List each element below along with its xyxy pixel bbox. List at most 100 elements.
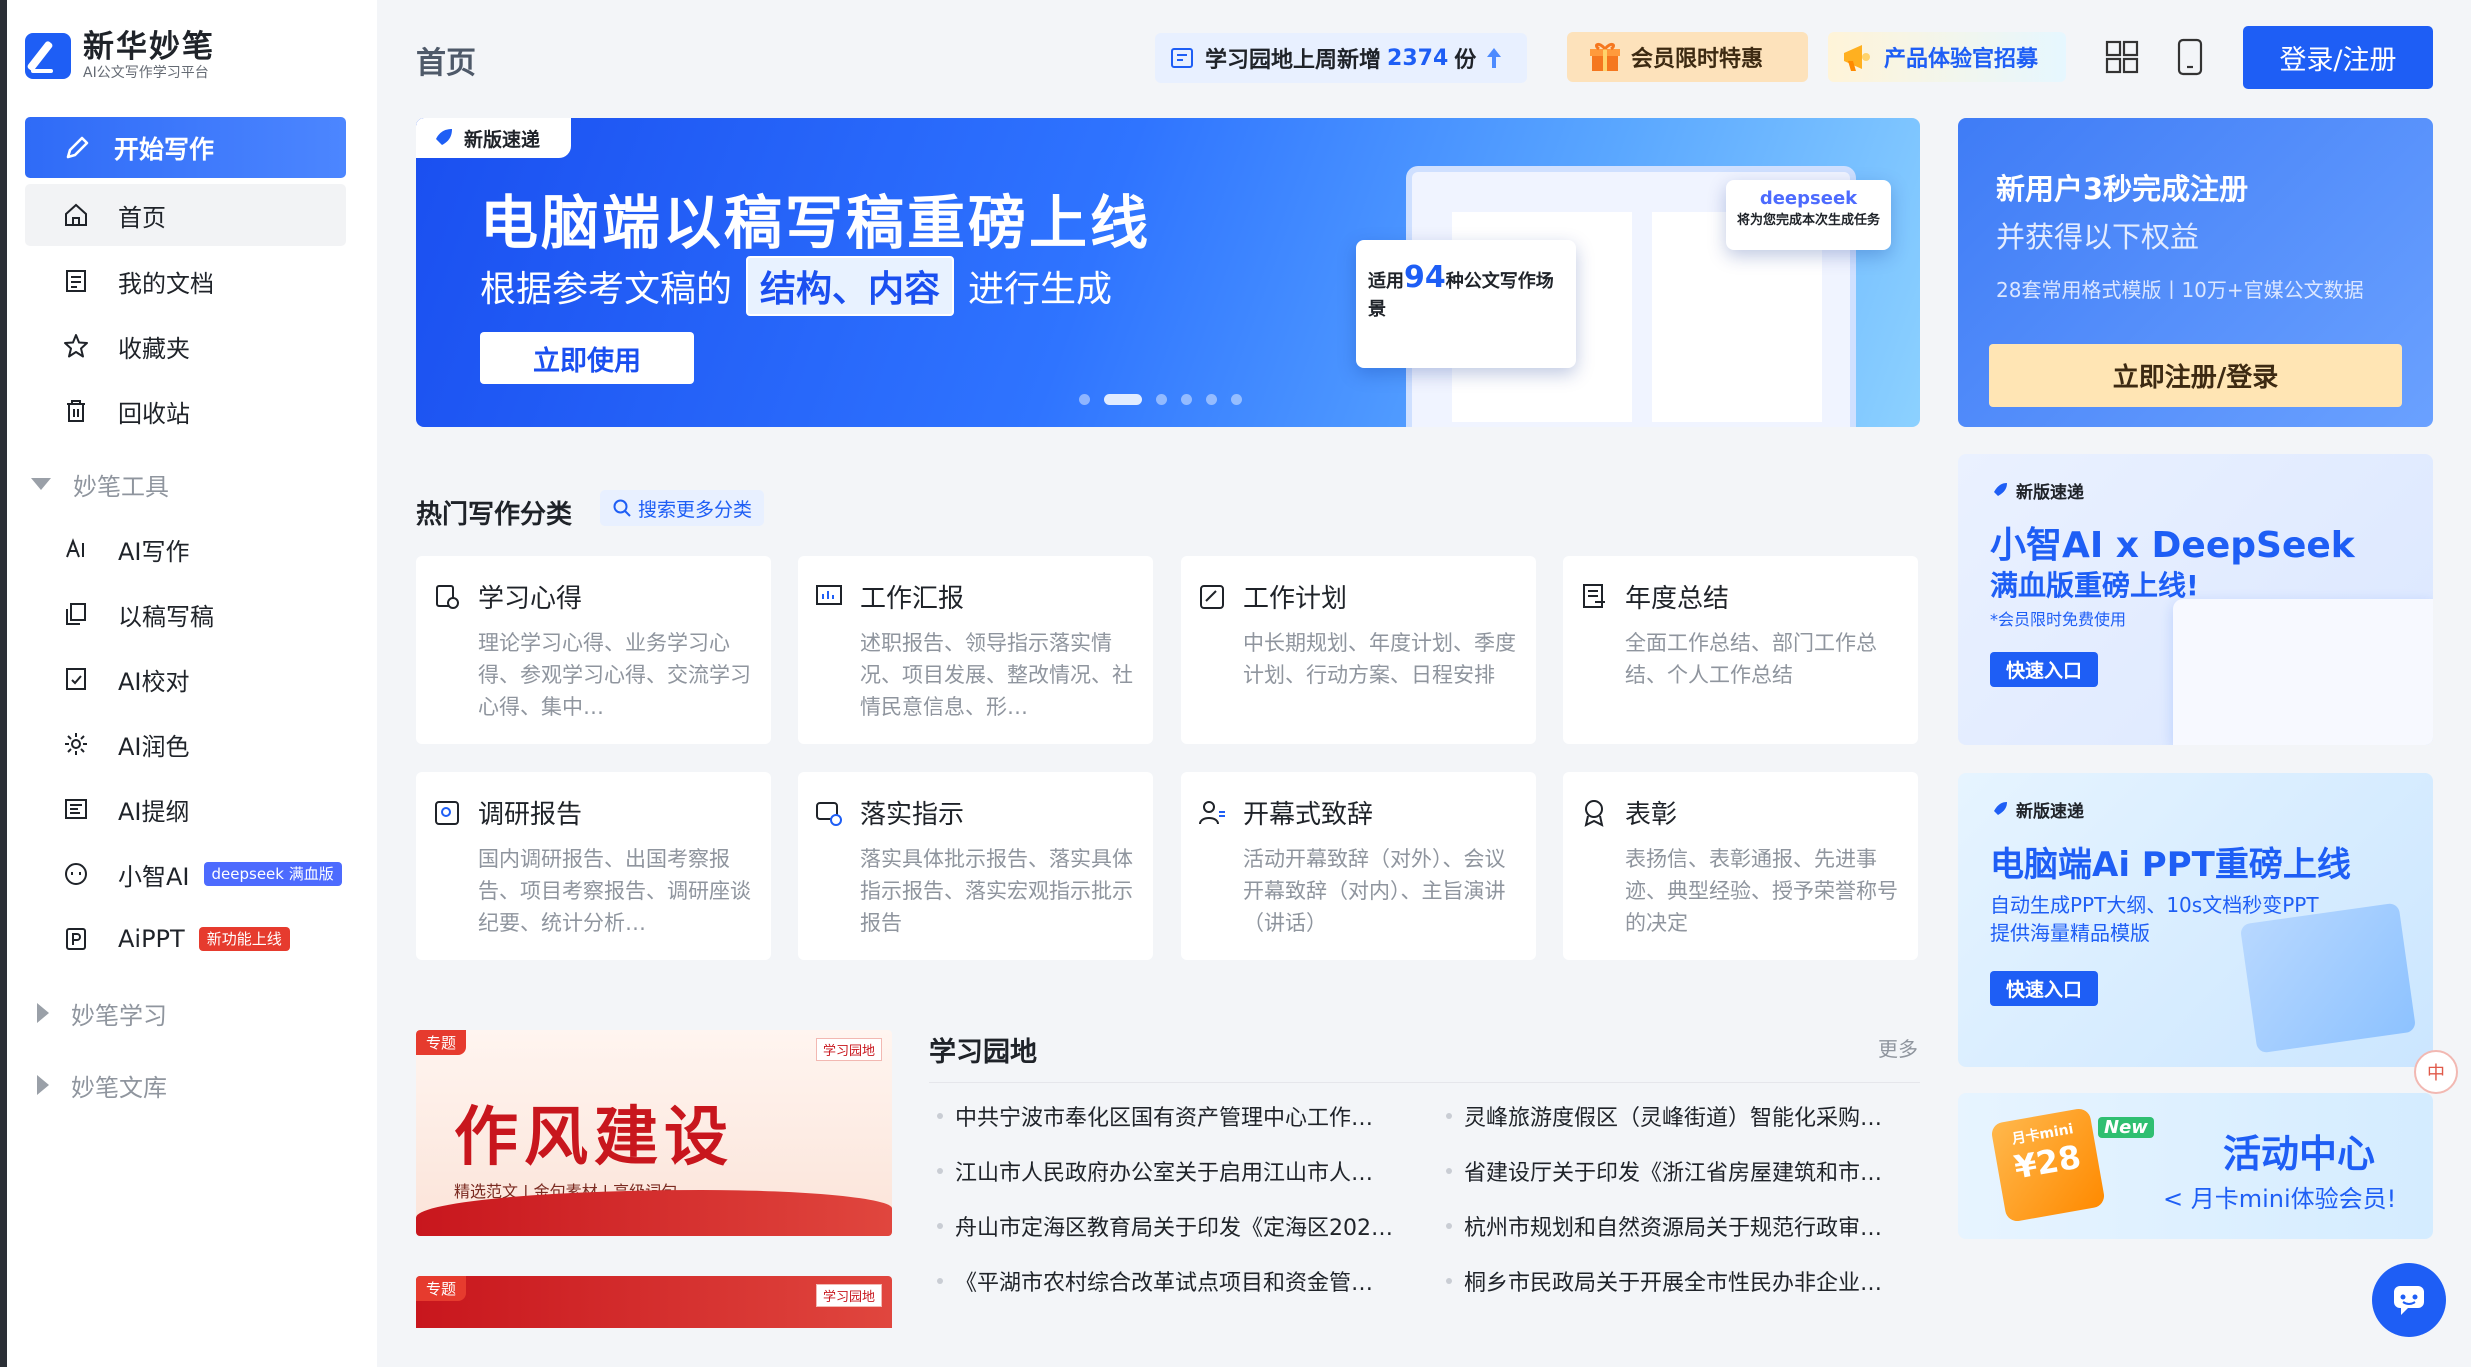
category-desc: 中长期规划、年度计划、季度计划、行动方案、日程安排 [1243, 631, 1516, 687]
sidebar-item-ai-write[interactable]: AI写作 [25, 518, 346, 580]
report-icon [816, 584, 842, 605]
megaphone-icon [1844, 45, 1870, 71]
activity-center-card[interactable]: 月卡mini ¥28 New 活动中心 < 月卡mini体验会员! [1958, 1093, 2433, 1239]
deepseek-promo-card[interactable]: 新版速递 小智AI x DeepSeek 满血版重磅上线! *会员限时免费使用 … [1958, 454, 2433, 745]
carousel-dots[interactable] [1079, 394, 1242, 405]
banner-use-now-button[interactable]: 立即使用 [480, 332, 694, 384]
start-writing-button[interactable]: 开始写作 [25, 117, 346, 178]
category-head: 落实指示 [814, 794, 1137, 831]
document-icon [66, 270, 86, 292]
category-card-8[interactable]: 表彰 表扬信、表彰通报、先进事迹、典型经验、授予荣誉称号的决定 [1563, 772, 1918, 960]
category-desc: 理论学习心得、业务学习心得、参观学习心得、交流学习心得、集中… [478, 631, 751, 719]
sidebar-item-xiaozhi-ai[interactable]: 小智AI deepseek 满血版 [25, 843, 346, 905]
sidebar-item-my-docs[interactable]: 我的文档 [25, 250, 346, 312]
deepseek-card-illustration [2173, 599, 2433, 745]
brand-logo[interactable]: 新华妙笔 AI公文写作学习平台 [25, 30, 215, 82]
weekly-stat-pill[interactable]: 学习园地上周新增 2374 份 [1155, 33, 1527, 83]
plan-icon [1200, 584, 1224, 609]
outline-icon [65, 799, 87, 819]
customer-service-button[interactable] [2372, 1263, 2446, 1337]
aippt-promo-card[interactable]: 新版速递 电脑端Ai PPT重磅上线 自动生成PPT大纲、10s文档秒变PPT … [1958, 773, 2433, 1067]
brush-logo-icon [25, 33, 71, 79]
deepseek-quick-entry-button[interactable]: 快速入口 [1990, 652, 2099, 687]
sidebar-item-proofread[interactable]: AI校对 [25, 648, 346, 710]
carousel-dot[interactable] [1206, 394, 1217, 405]
category-desc: 全面工作总结、部门工作总结、个人工作总结 [1625, 631, 1877, 687]
category-card-6[interactable]: 落实指示落实具体批示报告、落实具体指示报告、落实宏观指示批示报告 [798, 772, 1153, 960]
news-item[interactable]: 省建设厅关于印发《浙江省房屋建筑和市… [1438, 1155, 1908, 1187]
topic-card-second[interactable]: 专题 学习园地 [416, 1276, 892, 1328]
ppt-icon [66, 928, 86, 950]
sidebar-item-aippt[interactable]: AiPPT 新功能上线 [25, 908, 346, 970]
translate-float-icon[interactable]: 中 [2414, 1050, 2458, 1094]
speech-icon [1199, 800, 1225, 824]
sidebar-item-home[interactable]: 首页 [25, 184, 346, 246]
category-card-2[interactable]: 工作汇报 述职报告、领导指示落实情况、项目发展、整改情况、社情民意信息、形… [798, 556, 1153, 744]
category-name: 工作计划 [1243, 584, 1348, 614]
category-card-4[interactable]: 年度总结 全面工作总结、部门工作总结、个人工作总结 [1563, 556, 1918, 744]
vip-offer-button[interactable]: 会员限时特惠 [1567, 32, 1808, 82]
topic-title: 作风建设 [454, 1100, 734, 1175]
search-categories-button[interactable]: 搜索更多分类 [600, 490, 765, 526]
category-desc: 述职报告、领导指示落实情况、项目发展、整改情况、社情民意信息、形… [860, 631, 1133, 719]
start-writing-label: 开始写作 [114, 134, 215, 164]
carousel-dot[interactable] [1156, 394, 1167, 405]
news-item[interactable]: 中共宁波市奉化区国有资产管理中心工作… [929, 1100, 1399, 1132]
deepseek-brand: deepseek [1759, 188, 1858, 209]
learning-section-title: 学习园地 [929, 1037, 1037, 1068]
sidebar-group-tools[interactable]: 妙笔工具 [25, 454, 346, 514]
instruction-icon [816, 801, 842, 826]
carousel-dot[interactable] [1181, 394, 1192, 405]
learning-more-link[interactable]: 更多 [1878, 1033, 1918, 1062]
category-name: 学习心得 [478, 584, 583, 614]
polish-icon [65, 733, 87, 755]
sidebar-item-trash[interactable]: 回收站 [25, 380, 346, 442]
scenario-card-prefix: 适用 [1368, 271, 1404, 292]
deepseek-card-title: 小智AI x DeepSeek [1990, 525, 2355, 566]
sidebar-item-copy-write[interactable]: 以稿写稿 [25, 583, 346, 645]
experience-officer-label: 产品体验官招募 [1884, 47, 2039, 72]
experience-officer-button[interactable]: 产品体验官招募 [1828, 32, 2066, 82]
carousel-dot[interactable] [1231, 394, 1242, 405]
sidebar-group-learn[interactable]: 妙笔学习 [25, 983, 346, 1043]
apps-grid-icon[interactable] [2105, 40, 2139, 74]
sidebar-item-label: AI校对 [118, 667, 190, 696]
card-tag-label: 新版速递 [2016, 483, 2084, 503]
sidebar-item-label: 以稿写稿 [118, 602, 214, 631]
carousel-dot[interactable] [1079, 394, 1090, 405]
news-item[interactable]: 舟山市定海区教育局关于印发《定海区202… [929, 1210, 1399, 1242]
aippt-quick-entry-button[interactable]: 快速入口 [1990, 971, 2099, 1006]
sidebar-item-favorites[interactable]: 收藏夹 [25, 315, 346, 377]
caret-down-icon [31, 478, 51, 490]
stat-suffix: 份 [1454, 48, 1477, 73]
sidebar-item-label: AI润色 [118, 732, 190, 761]
category-card-1[interactable]: 学习心得理论学习心得、业务学习心得、参观学习心得、交流学习心得、集中… [416, 556, 771, 744]
news-item[interactable]: 《平湖市农村综合改革试点项目和资金管… [929, 1265, 1399, 1297]
category-desc: 落实具体批示报告、落实具体指示报告、落实宏观指示批示报告 [860, 847, 1133, 935]
topic-logo: 学习园地 [815, 1038, 882, 1061]
topic-card-style-building[interactable]: 专题 学习园地 作风建设 精选范文 | 金句素材 | 高级词句 [416, 1030, 892, 1236]
mobile-phone-icon[interactable] [2177, 38, 2203, 76]
sidebar-item-label: 首页 [118, 203, 166, 232]
card-tag-label: 新版速递 [2016, 802, 2084, 822]
star-icon [64, 334, 88, 358]
category-name: 调研报告 [478, 800, 583, 830]
category-card-7[interactable]: 开幕式致辞 活动开幕致辞（对外）、会议开幕致辞（对内）、主旨演讲（讲话） [1181, 772, 1536, 960]
news-item[interactable]: 灵峰旅游度假区（灵峰街道）智能化采购… [1438, 1100, 1908, 1132]
sidebar-item-outline[interactable]: AI提纲 [25, 778, 346, 840]
hero-banner[interactable]: 新版速递 电脑端以稿写稿重磅上线 根据参考文稿的 结构、内容 进行生成 立即使用… [416, 118, 1920, 427]
banner-tag: 新版速递 [416, 118, 571, 158]
register-login-button[interactable]: 立即注册/登录 [1989, 344, 2402, 407]
category-card-5[interactable]: 调研报告 国内调研报告、出国考察报告、项目考察报告、调研座谈纪要、统计分析… [416, 772, 771, 960]
category-name: 表彰 [1625, 800, 1678, 830]
sidebar-group-library[interactable]: 妙笔文库 [25, 1055, 346, 1115]
promo-benefits: 28套常用格式模版丨10万+官媒公文数据 [1996, 278, 2364, 302]
sidebar-item-polish[interactable]: AI润色 [25, 713, 346, 775]
login-register-button[interactable]: 登录/注册 [2243, 26, 2433, 89]
news-item[interactable]: 杭州市规划和自然资源局关于规范行政审… [1438, 1210, 1908, 1242]
category-head: 表彰 [1579, 794, 1902, 831]
news-item[interactable]: 江山市人民政府办公室关于启用江山市人… [929, 1155, 1399, 1187]
news-item[interactable]: 桐乡市民政局关于开展全市性民办非企业… [1438, 1265, 1908, 1297]
carousel-dot[interactable] [1104, 394, 1142, 405]
category-card-3[interactable]: 工作计划中长期规划、年度计划、季度计划、行动方案、日程安排 [1181, 556, 1536, 744]
